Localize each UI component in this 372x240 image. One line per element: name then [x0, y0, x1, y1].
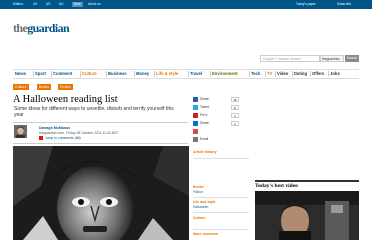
- article-headline: A Halloween reading list: [13, 94, 118, 105]
- divider: [13, 122, 188, 123]
- share-count: 38: [231, 97, 239, 102]
- top-bar: Edition: UK US AU Beta About us Today's …: [0, 0, 372, 9]
- guardian-logo[interactable]: theguardian: [13, 21, 70, 35]
- nav-separator: [265, 71, 266, 77]
- author-avatar: [14, 125, 27, 138]
- edition-uk-link[interactable]: UK: [33, 2, 37, 7]
- nav-separator: [310, 71, 311, 77]
- email-icon: [193, 137, 198, 142]
- breadcrumb-books[interactable]: Books: [37, 84, 51, 90]
- search-input[interactable]: Google™ Custom Search: [260, 55, 320, 62]
- facebook-icon: [193, 97, 198, 102]
- breadcrumb-fiction[interactable]: Fiction: [58, 84, 73, 90]
- article-history-link[interactable]: Article history: [193, 150, 217, 155]
- nav-item-life-style[interactable]: Life & style: [156, 71, 178, 77]
- sidebar-section-more-comment[interactable]: More comment: [193, 232, 218, 237]
- nav-separator: [134, 71, 135, 77]
- nav-separator: [106, 71, 107, 77]
- logo-the: the: [13, 21, 28, 35]
- divider: [193, 212, 249, 213]
- nav-item-tech[interactable]: Tech: [251, 71, 260, 77]
- search-scope-select[interactable]: theguardian: [320, 55, 344, 62]
- divider: [193, 197, 249, 198]
- nav-separator: [80, 71, 81, 77]
- nav-separator: [188, 71, 189, 77]
- share-count: 0: [231, 113, 239, 118]
- nav-item-news[interactable]: News: [15, 71, 26, 77]
- nav-separator: [210, 71, 211, 77]
- nav-item-money[interactable]: Money: [136, 71, 149, 77]
- jump-to-comments-link[interactable]: Jump to comments (68): [45, 136, 81, 141]
- video-thumbnail[interactable]: [255, 191, 359, 240]
- comments-icon: [39, 136, 43, 140]
- nav-item-culture[interactable]: Culture: [82, 71, 97, 77]
- nav-separator: [292, 71, 293, 77]
- edition-au-link[interactable]: AU: [59, 2, 63, 7]
- nav-item-sport[interactable]: Sport: [35, 71, 46, 77]
- subscribe-link[interactable]: Subscribe: [337, 2, 351, 7]
- beta-link[interactable]: Beta: [72, 2, 83, 7]
- share-count: 2: [231, 121, 239, 126]
- divider: [193, 229, 249, 230]
- breadcrumb-culture[interactable]: Culture: [13, 84, 29, 90]
- nav-separator: [275, 71, 276, 77]
- divider: [13, 143, 188, 144]
- nav-item-offers[interactable]: Offers: [312, 71, 324, 77]
- share-label[interactable]: Share: [200, 121, 209, 126]
- nav-item-environment[interactable]: Environment: [212, 71, 238, 77]
- todays-best-video-header: Today's best video: [255, 180, 359, 190]
- nav-item-dating[interactable]: Dating: [294, 71, 307, 77]
- sidebar-section-culture[interactable]: Culture: [193, 216, 205, 221]
- share-label[interactable]: Pin it: [200, 113, 207, 118]
- divider: [193, 158, 249, 159]
- nav-separator: [51, 71, 52, 77]
- googleplus-icon: [193, 129, 198, 134]
- twitter-icon: [193, 105, 198, 110]
- nav-separator: [249, 71, 250, 77]
- edition-label: Edition:: [13, 2, 24, 6]
- nav-item-tv[interactable]: TV: [267, 71, 272, 77]
- nav-separator: [154, 71, 155, 77]
- nav-separator: [328, 71, 329, 77]
- nav-item-business[interactable]: Business: [108, 71, 127, 77]
- linkedin-icon: [193, 121, 198, 126]
- sidebar-link-fiction[interactable]: Fiction: [193, 190, 203, 195]
- pinterest-icon: [193, 113, 198, 118]
- share-label[interactable]: Email: [200, 137, 208, 142]
- share-label[interactable]: Share: [200, 97, 209, 102]
- edition-us-link[interactable]: US: [46, 2, 50, 7]
- section-nav: News Sport Comment Culture Business Money Life…: [13, 69, 359, 79]
- nav-item-comment[interactable]: Comment: [53, 71, 72, 77]
- nav-separator: [33, 71, 34, 77]
- search-button[interactable]: Search: [345, 55, 359, 62]
- nav-item-travel[interactable]: Travel: [190, 71, 202, 77]
- share-count: 31: [231, 105, 239, 110]
- nav-item-jobs[interactable]: Jobs: [330, 71, 340, 77]
- article-standfirst: Some ideas for different ways to unsettl…: [14, 106, 174, 118]
- about-us-link[interactable]: About us: [88, 2, 101, 7]
- nav-item-video[interactable]: Video: [277, 71, 288, 77]
- share-label[interactable]: Tweet: [200, 105, 209, 110]
- article-main-photo: [13, 146, 189, 240]
- sidebar-link-halloween[interactable]: Halloween: [193, 205, 208, 210]
- logo-guardian: guardian: [27, 21, 70, 35]
- todays-paper-link[interactable]: Today's paper: [296, 2, 316, 7]
